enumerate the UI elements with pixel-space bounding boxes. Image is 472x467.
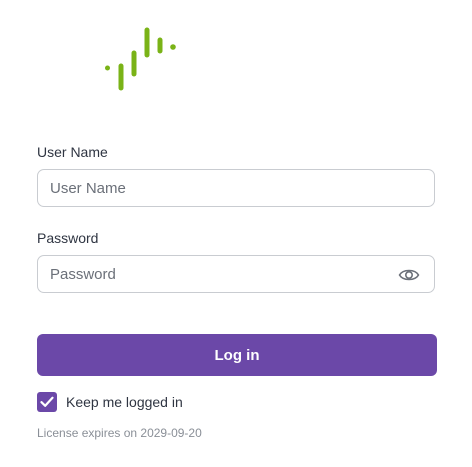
license-expiry-text: License expires on 2029-09-20 — [37, 426, 202, 440]
username-input[interactable] — [50, 170, 380, 206]
checkmark-icon — [40, 396, 54, 407]
login-button[interactable]: Log in — [37, 334, 437, 376]
keep-logged-in-checkbox[interactable] — [37, 392, 57, 412]
password-field-container — [37, 255, 435, 293]
password-label: Password — [37, 230, 99, 246]
username-label: User Name — [37, 144, 108, 160]
keep-logged-in-label: Keep me logged in — [66, 394, 183, 410]
keep-logged-in-row: Keep me logged in — [37, 392, 183, 412]
eye-icon[interactable] — [398, 266, 420, 284]
brand-logo — [105, 27, 176, 91]
password-input[interactable] — [50, 256, 380, 292]
username-field-container — [37, 169, 435, 207]
